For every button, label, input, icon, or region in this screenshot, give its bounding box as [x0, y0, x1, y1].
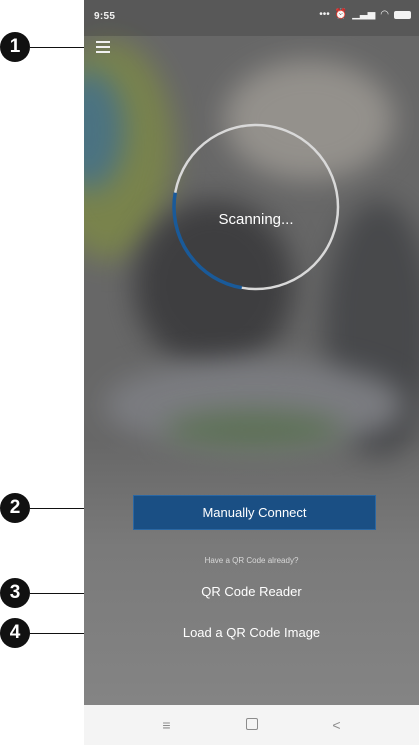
scan-progress-ring	[172, 123, 340, 291]
menu-bar	[96, 51, 110, 53]
dots-icon: •••	[319, 9, 330, 20]
callout-line-1	[30, 47, 88, 48]
alarm-icon: ⏰	[334, 9, 348, 20]
callout-line-4	[30, 633, 86, 634]
callout-2: 2	[0, 493, 30, 523]
scan-progress-arc	[172, 123, 340, 291]
manually-connect-button[interactable]: Manually Connect	[133, 495, 376, 530]
callout-1: 1	[0, 32, 30, 62]
menu-bar	[96, 41, 110, 43]
status-bar: 9:55 ••• ⏰ ▁▃▅ ◠	[84, 0, 419, 36]
status-icons: ••• ⏰ ▁▃▅ ◠	[319, 9, 411, 21]
qr-hint-text: Have a QR Code already?	[204, 556, 299, 565]
callout-badge: 2	[0, 493, 30, 523]
status-time: 9:55	[94, 11, 116, 22]
callout-4: 4	[0, 618, 30, 648]
home-button[interactable]	[237, 717, 267, 733]
battery-icon	[394, 11, 411, 19]
callout-3: 3	[0, 578, 30, 608]
square-icon	[245, 718, 258, 730]
signal-icon: ▁▃▅	[352, 9, 376, 20]
callout-line-3	[30, 593, 86, 594]
bottom-fade	[84, 440, 419, 705]
navigation-bar: ≡ <	[84, 705, 419, 745]
load-qr-code-image-link[interactable]: Load a QR Code Image	[84, 625, 419, 640]
phone-screen: 9:55 ••• ⏰ ▁▃▅ ◠ Scanning... Manually Co…	[84, 0, 419, 745]
callout-badge: 4	[0, 618, 30, 648]
menu-bar	[96, 46, 110, 48]
qr-code-reader-link[interactable]: QR Code Reader	[84, 584, 419, 599]
scanning-status-text: Scanning...	[218, 211, 294, 228]
recent-apps-icon[interactable]: ≡	[152, 717, 182, 733]
callout-badge: 1	[0, 32, 30, 62]
callout-badge: 3	[0, 578, 30, 608]
wifi-icon: ◠	[380, 9, 389, 20]
back-button[interactable]: <	[322, 717, 352, 733]
menu-icon[interactable]	[96, 41, 110, 53]
